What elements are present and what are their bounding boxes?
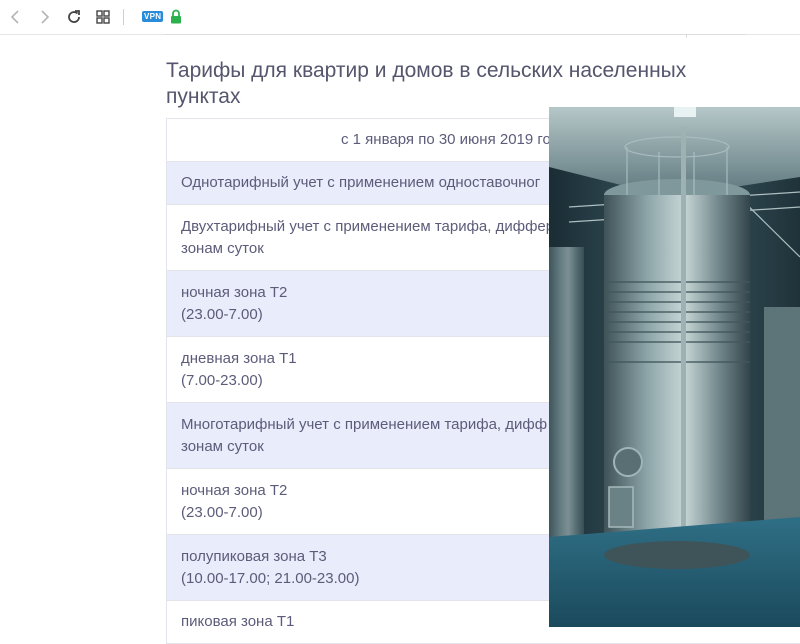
toolbar-divider bbox=[123, 9, 124, 25]
reload-icon[interactable] bbox=[65, 8, 83, 26]
back-arrow-icon[interactable] bbox=[7, 8, 25, 26]
vpn-badge[interactable]: VPN bbox=[142, 11, 164, 22]
grid-icon[interactable] bbox=[94, 8, 112, 26]
content-top-rule bbox=[165, 34, 746, 37]
content-top-rule-tick bbox=[686, 34, 687, 38]
forward-arrow-icon[interactable] bbox=[35, 8, 53, 26]
page-title: Тарифы для квартир и домов в сельских на… bbox=[166, 59, 687, 108]
lock-icon[interactable] bbox=[170, 9, 184, 25]
browser-toolbar: VPN bbox=[0, 0, 800, 35]
industrial-tank-photo bbox=[549, 107, 800, 627]
